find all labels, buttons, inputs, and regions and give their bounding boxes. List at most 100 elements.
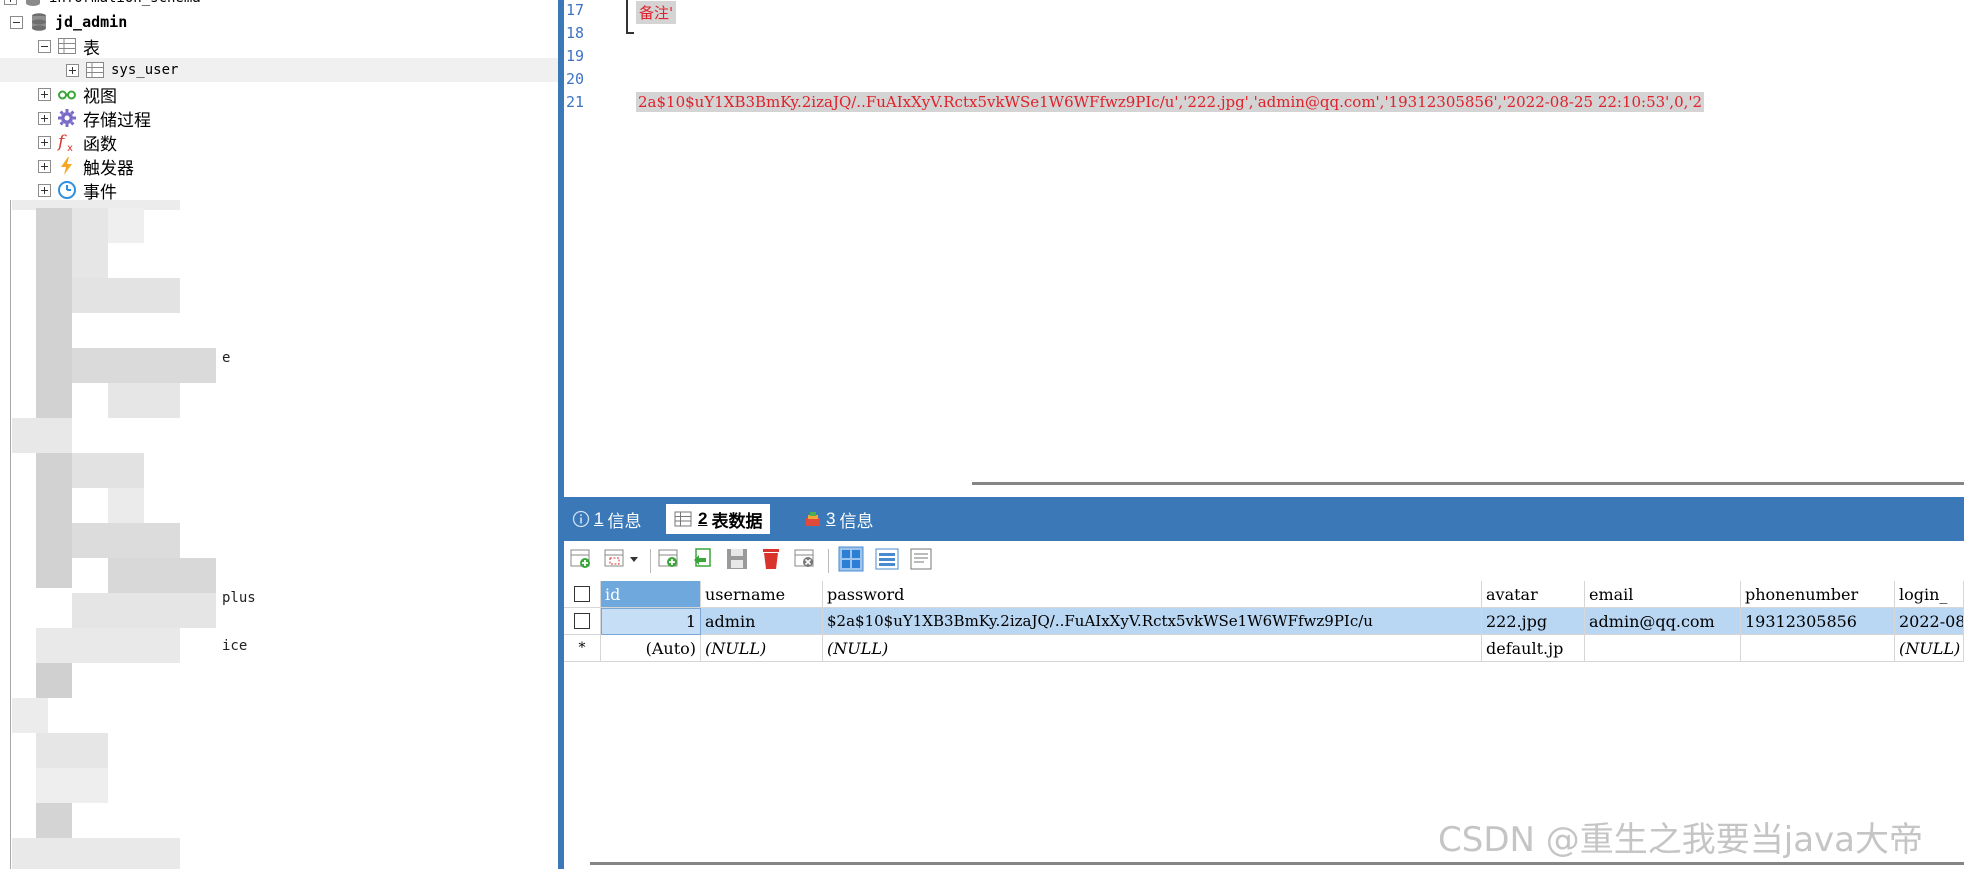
add-record-icon[interactable] (656, 546, 682, 572)
tab-table-data[interactable]: 2 表数据 (666, 504, 771, 534)
tree-node-functions[interactable]: fx 函数 (0, 130, 558, 155)
insert-row-icon[interactable] (568, 546, 594, 572)
cell-password[interactable]: (NULL) (823, 635, 1482, 662)
tree-label: sys_user (111, 62, 179, 78)
sql-editor[interactable] (564, 0, 1964, 497)
row-checkbox[interactable] (564, 608, 601, 635)
cell-username[interactable]: (NULL) (701, 635, 823, 662)
tab-label: 表数据 (711, 511, 763, 531)
line-number: 17 (566, 1, 585, 19)
watermark: CSDN @重生之我要当java大帝 (1438, 820, 1923, 860)
svg-text:f: f (57, 132, 67, 152)
line-number: 20 (566, 70, 585, 88)
cell-phonenumber[interactable] (1741, 635, 1895, 662)
cell-username[interactable]: admin (701, 608, 823, 635)
line-number: 18 (566, 24, 585, 42)
cell-id[interactable]: (Auto) (601, 635, 701, 662)
column-header-id[interactable]: id (601, 581, 701, 608)
editor-horizontal-scrollbar[interactable] (972, 482, 1964, 485)
expand-icon[interactable] (38, 183, 51, 197)
column-header-email[interactable]: email (1585, 581, 1741, 608)
table-icon (86, 62, 104, 78)
expand-icon[interactable] (38, 135, 51, 149)
clock-icon (58, 181, 76, 199)
table-row[interactable]: 1 admin $2a$10$uY1XB3BmKy.2izaJQ/..FuAIx… (564, 608, 1964, 635)
cancel-changes-icon[interactable] (792, 546, 818, 572)
result-tab-bar (564, 497, 1964, 541)
tree-node-jd-admin[interactable]: jd_admin (0, 10, 558, 34)
column-header-password[interactable]: password (823, 581, 1482, 608)
column-header-phonenumber[interactable]: phonenumber (1741, 581, 1895, 608)
column-header-avatar[interactable]: avatar (1482, 581, 1585, 608)
tree-node-tables[interactable]: 表 (0, 34, 558, 59)
info-stack-icon (806, 512, 820, 526)
tab-label: 信息 (607, 511, 642, 531)
tree-fragment: e (222, 350, 231, 366)
save-icon[interactable] (724, 546, 750, 572)
column-header-username[interactable]: username (701, 581, 823, 608)
expand-icon[interactable] (38, 87, 51, 101)
tree-node-triggers[interactable]: 触发器 (0, 154, 558, 179)
tree-node-procedures[interactable]: 存储过程 (0, 106, 558, 131)
tree-label: information_schema (49, 0, 201, 6)
tree-label: 函数 (83, 134, 117, 155)
function-icon: fx (57, 132, 73, 152)
cell-avatar[interactable]: 222.jpg (1482, 608, 1585, 635)
tree-node-events[interactable]: 事件 (0, 178, 558, 203)
tree-label: 存储过程 (83, 110, 151, 131)
tab-number: 2 (698, 509, 708, 528)
collapse-icon[interactable] (38, 39, 51, 53)
cell-phonenumber[interactable]: 19312305856 (1741, 608, 1895, 635)
tree-label: jd_admin (55, 13, 128, 31)
tree-fragment: ice (222, 638, 248, 654)
table-row[interactable]: * (Auto) (NULL) (NULL) default.jp (NULL) (564, 635, 1964, 662)
text-view-icon[interactable] (908, 546, 934, 572)
tab-messages[interactable]: 1 信息 (572, 504, 641, 534)
line-number: 19 (566, 47, 585, 65)
delete-icon[interactable] (758, 546, 784, 572)
expand-icon[interactable] (38, 111, 51, 125)
cell-login[interactable]: 2022-08 (1895, 608, 1964, 635)
info-icon (572, 510, 590, 528)
view-glasses-icon (58, 90, 76, 100)
collapse-icon[interactable] (10, 15, 23, 29)
code-line-17[interactable]: 备注' (636, 1, 677, 24)
tree-node-information-schema[interactable]: information_schema (0, 0, 558, 10)
grid-horizontal-scrollbar[interactable] (590, 862, 1964, 865)
expand-icon[interactable] (4, 0, 17, 5)
select-all-checkbox[interactable] (564, 581, 601, 608)
cell-login[interactable]: (NULL) (1895, 635, 1964, 662)
grid-view-icon[interactable] (838, 546, 864, 572)
cell-avatar[interactable]: default.jp (1482, 635, 1585, 662)
expand-icon[interactable] (38, 159, 51, 173)
tree-label: 表 (83, 38, 100, 59)
table-icon (674, 511, 692, 527)
column-header-login[interactable]: login_ (1895, 581, 1964, 608)
cell-email[interactable] (1585, 635, 1741, 662)
tree-node-views[interactable]: 视图 (0, 82, 558, 107)
database-icon (26, 0, 40, 6)
duplicate-row-icon[interactable] (690, 546, 716, 572)
expand-icon[interactable] (66, 63, 79, 77)
code-line-21[interactable]: 2a$10$uY1XB3BmKy.2izaJQ/..FuAIxXyV.Rctx5… (636, 92, 1705, 112)
svg-text:x: x (67, 143, 73, 152)
line-number: 21 (566, 93, 585, 111)
tree-label: 触发器 (83, 158, 134, 179)
tree-label: 视图 (83, 86, 117, 107)
new-row-marker: * (564, 635, 601, 662)
tab-number: 3 (826, 509, 836, 528)
tree-node-sys-user[interactable]: sys_user (0, 58, 558, 82)
tab-info[interactable]: 3 信息 (804, 504, 873, 534)
form-view-icon[interactable] (874, 546, 900, 572)
filter-dropdown-icon[interactable] (602, 546, 644, 572)
cell-password[interactable]: $2a$10$uY1XB3BmKy.2izaJQ/..FuAIxXyV.Rctx… (823, 608, 1482, 635)
table-icon (58, 38, 76, 54)
database-icon (32, 13, 46, 31)
cell-email[interactable]: admin@qq.com (1585, 608, 1741, 635)
gear-icon (58, 109, 76, 127)
tree-fragment: plus (222, 590, 256, 606)
tab-label: 信息 (839, 511, 874, 531)
cell-id[interactable]: 1 (601, 608, 701, 635)
tree-label: 事件 (83, 182, 117, 203)
lightning-icon (61, 157, 72, 175)
